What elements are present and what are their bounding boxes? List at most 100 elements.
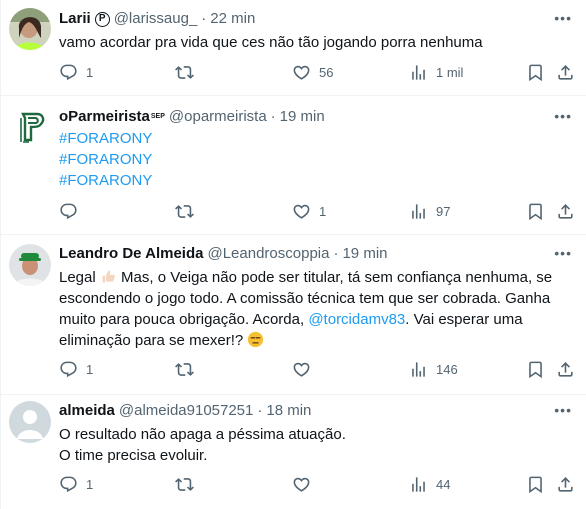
post-oparmeirista[interactable]: oParmeirista SEP @oparmeirista · 19 min … — [1, 96, 586, 235]
repost-button[interactable] — [175, 360, 202, 379]
text-segment: muito para pouca obrigação. Acorda, — [59, 311, 309, 328]
post-text: #FORARONY #FORARONY #FORARONY — [59, 128, 566, 191]
post-leandro[interactable]: Leandro De Almeida @Leandroscoppia · 19 … — [1, 235, 586, 395]
bookmark-button[interactable] — [526, 63, 545, 82]
reply-button[interactable] — [59, 202, 86, 221]
like-icon — [292, 202, 311, 221]
views-button[interactable]: 1 mil — [409, 63, 463, 82]
action-bar: 1 97 — [59, 202, 574, 222]
bookmark-icon — [526, 202, 545, 221]
bookmark-button[interactable] — [526, 202, 545, 221]
repost-button[interactable] — [175, 202, 202, 221]
reply-button[interactable]: 1 — [59, 360, 93, 379]
share-button[interactable] — [556, 475, 575, 494]
share-icon — [556, 475, 575, 494]
reply-button[interactable]: 1 — [59, 475, 93, 494]
share-icon — [556, 63, 575, 82]
avatar-almeida[interactable] — [9, 401, 51, 443]
verified-badge: P — [94, 11, 110, 27]
post-header: oParmeirista SEP @oparmeirista · 19 min — [59, 108, 325, 126]
like-icon — [292, 63, 311, 82]
reply-icon — [59, 360, 78, 379]
like-button[interactable]: 1 — [292, 202, 326, 221]
share-button[interactable] — [556, 360, 575, 379]
views-icon — [409, 360, 428, 379]
avatar-leandro[interactable] — [9, 244, 51, 286]
bookmark-button[interactable] — [526, 475, 545, 494]
action-bar: 1 56 1 mil — [59, 63, 574, 83]
like-button[interactable] — [292, 475, 319, 494]
handle[interactable]: @Leandroscoppia — [207, 245, 329, 263]
text-segment: Mas, o Veiga não pode ser titular, tá se… — [116, 269, 553, 286]
avatar-larii[interactable] — [9, 8, 51, 50]
hashtag-link[interactable]: #FORARONY — [59, 149, 566, 170]
handle[interactable]: @oparmeirista — [169, 108, 267, 126]
post-header: almeida @almeida91057251 · 18 min — [59, 402, 311, 420]
more-icon[interactable]: ••• — [554, 402, 572, 418]
hashtag-link[interactable]: #FORARONY — [59, 128, 566, 149]
repost-icon — [175, 475, 194, 494]
action-bar: 1 146 — [59, 360, 574, 380]
repost-button[interactable] — [175, 63, 202, 82]
share-icon — [556, 202, 575, 221]
reply-count: 1 — [86, 477, 94, 492]
views-icon — [409, 202, 428, 221]
post-header: Larii P @larissaug_ · 22 min — [59, 10, 255, 28]
thumbs-up-emoji-icon — [102, 270, 115, 283]
text-line: Legal Mas, o Veiga não pode ser titular,… — [59, 267, 566, 288]
reply-button[interactable]: 1 — [59, 63, 93, 82]
more-icon[interactable]: ••• — [554, 108, 572, 124]
text-segment: eliminação para se mexer!? — [59, 332, 244, 349]
timestamp[interactable]: 19 min — [280, 108, 325, 126]
text-line: eliminação para se mexer!? — [59, 330, 566, 351]
timestamp[interactable]: 18 min — [266, 402, 311, 420]
views-count: 146 — [436, 362, 458, 377]
bookmark-icon — [526, 63, 545, 82]
post-larii[interactable]: Larii P @larissaug_ · 22 min ••• vamo ac… — [1, 0, 586, 96]
timestamp[interactable]: 22 min — [210, 10, 255, 28]
share-button[interactable] — [556, 202, 575, 221]
separator-dot: · — [257, 402, 263, 419]
separator-dot: · — [270, 108, 276, 125]
bookmark-button[interactable] — [526, 360, 545, 379]
handle[interactable]: @almeida91057251 — [119, 402, 254, 420]
text-line: O time precisa evoluir. — [59, 447, 208, 464]
bookmark-icon — [526, 475, 545, 494]
text-segment: Legal — [59, 269, 96, 286]
name-suffix: SEP — [150, 113, 165, 120]
repost-button[interactable] — [175, 475, 202, 494]
text-segment: . Vai esperar uma — [405, 311, 523, 328]
like-button[interactable] — [292, 360, 319, 379]
like-count: 56 — [319, 65, 334, 80]
views-button[interactable]: 97 — [409, 202, 450, 221]
display-name[interactable]: Larii — [59, 10, 91, 28]
text-line: escondendo o jogo todo. A comissão técni… — [59, 290, 551, 307]
post-text: vamo acordar pra vida que ces não tão jo… — [59, 32, 566, 53]
text-line: O resultado não apaga a péssima atuação. — [59, 426, 346, 443]
views-icon — [409, 63, 428, 82]
mention-link[interactable]: @torcidamv83 — [308, 311, 405, 328]
views-count: 44 — [436, 477, 451, 492]
reply-count: 1 — [86, 362, 94, 377]
more-icon[interactable]: ••• — [554, 245, 572, 261]
text-line: vamo acordar pra vida que ces não tão jo… — [59, 34, 483, 51]
avatar-oparmeirista[interactable] — [9, 106, 51, 148]
views-button[interactable]: 44 — [409, 475, 450, 494]
handle[interactable]: @larissaug_ — [114, 10, 198, 28]
like-count: 1 — [319, 204, 327, 219]
display-name[interactable]: almeida — [59, 402, 115, 420]
hashtag-link[interactable]: #FORARONY — [59, 170, 566, 191]
like-button[interactable]: 56 — [292, 63, 333, 82]
display-name[interactable]: Leandro De Almeida — [59, 245, 203, 263]
more-icon[interactable]: ••• — [554, 10, 572, 26]
bookmark-icon — [526, 360, 545, 379]
reply-icon — [59, 475, 78, 494]
timestamp[interactable]: 19 min — [342, 245, 387, 263]
post-text: Legal Mas, o Veiga não pode ser titular,… — [59, 267, 566, 351]
repost-icon — [175, 202, 194, 221]
reply-icon — [59, 63, 78, 82]
display-name[interactable]: oParmeirista — [59, 108, 150, 126]
share-button[interactable] — [556, 63, 575, 82]
post-almeida[interactable]: almeida @almeida91057251 · 18 min ••• O … — [1, 395, 586, 509]
views-button[interactable]: 146 — [409, 360, 458, 379]
